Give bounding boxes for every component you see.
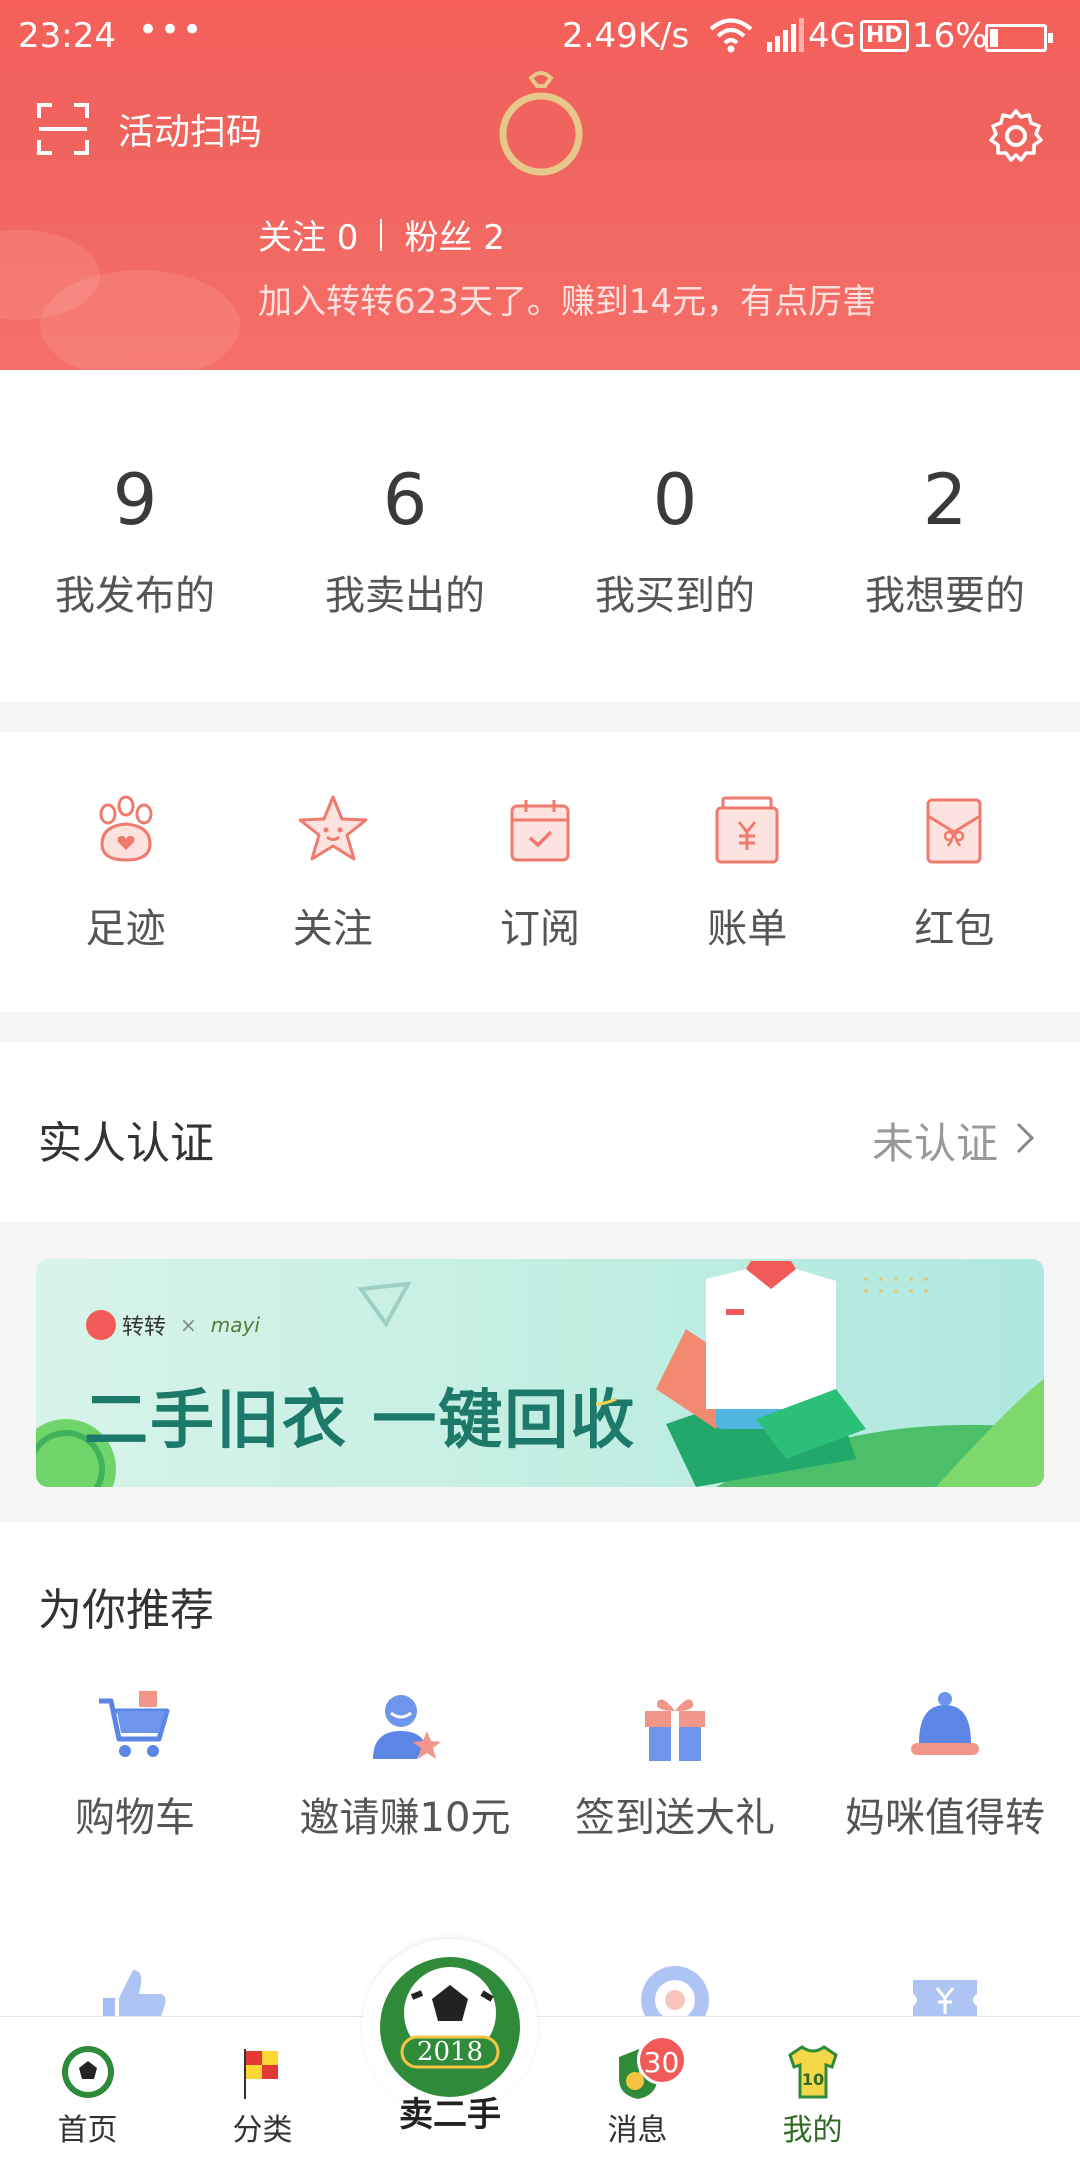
cloud-decoration bbox=[40, 270, 240, 370]
chevron-right-icon bbox=[1016, 1122, 1035, 1154]
stat-sold[interactable]: 6 我卖出的 bbox=[270, 370, 540, 702]
recommend-title: 为你推荐 bbox=[38, 1585, 214, 1636]
star-icon bbox=[298, 795, 368, 861]
recommend-label: 邀请赚10元 bbox=[299, 1795, 511, 1841]
message-count-badge: 30 bbox=[636, 2035, 687, 2085]
profile-header: 23:24 ••• 2.49K/s 4G HD 16% 活动扫码 关注 0 粉丝… bbox=[0, 0, 1080, 370]
status-time: 23:24 bbox=[18, 16, 116, 56]
zhuanzhuan-logo-icon bbox=[86, 1310, 116, 1340]
calendar-icon bbox=[510, 800, 570, 862]
stat-number: 2 bbox=[922, 459, 968, 541]
brand-name: 转转 bbox=[122, 1315, 167, 1340]
stat-label: 我卖出的 bbox=[325, 573, 485, 619]
signal-icon bbox=[767, 18, 804, 52]
scan-icon bbox=[37, 103, 89, 155]
real-name-verify-row[interactable]: 实人认证 未认证 bbox=[0, 1042, 1080, 1222]
recommend-label: 购物车 bbox=[75, 1795, 195, 1841]
tab-label: 我的 bbox=[782, 2113, 843, 2148]
divider bbox=[380, 218, 383, 251]
tab-label: 卖二手 bbox=[399, 2095, 501, 2135]
soccer-ball-icon bbox=[61, 2046, 114, 2098]
activity-scan-button[interactable]: 活动扫码 bbox=[36, 102, 262, 156]
stat-bought[interactable]: 0 我买到的 bbox=[540, 370, 810, 702]
partner-name: mayi bbox=[210, 1313, 260, 1337]
tab-category[interactable]: 分类 bbox=[175, 2017, 350, 2160]
stat-wanted[interactable]: 2 我想要的 bbox=[810, 370, 1080, 702]
red-envelope-icon bbox=[926, 798, 982, 864]
stats-card: 9 我发布的 6 我卖出的 0 我买到的 2 我想要的 bbox=[0, 370, 1080, 702]
recommend-row: 购物车 邀请赚10元 签到送大礼 妈咪值得转 bbox=[0, 1687, 1080, 1843]
stat-label: 我想要的 bbox=[865, 573, 1025, 619]
banner-brand-logos: 转转 × mayi bbox=[86, 1309, 260, 1341]
invite-icon bbox=[373, 1695, 441, 1759]
network-type: 4G bbox=[808, 16, 856, 56]
tool-subscribe[interactable]: 订阅 bbox=[436, 732, 643, 1012]
bottom-tab-bar: 首页 分类 2018 卖二手 30 消息 10 我的 bbox=[0, 1939, 1080, 2160]
tab-label: 首页 bbox=[57, 2113, 118, 2148]
follow-fans-line: 关注 0 粉丝 2 bbox=[258, 210, 505, 259]
join-summary: 加入转转623天了。赚到14元，有点厉害 bbox=[258, 282, 877, 322]
tool-footprint[interactable]: 足迹 bbox=[22, 732, 229, 1012]
stat-label: 我发布的 bbox=[55, 573, 215, 619]
status-more-dots: ••• bbox=[138, 10, 205, 50]
battery-percent: 16% bbox=[912, 16, 988, 56]
tab-label: 消息 bbox=[607, 2113, 668, 2148]
recycle-clothes-banner[interactable]: 转转 × mayi 二手旧衣 一键回收 bbox=[36, 1259, 1044, 1487]
cart-icon bbox=[99, 1691, 170, 1757]
wifi-icon bbox=[709, 18, 753, 53]
hd-icon: HD bbox=[860, 20, 909, 52]
tool-label: 订阅 bbox=[500, 906, 580, 952]
tab-mine[interactable]: 10 我的 bbox=[725, 2017, 900, 2160]
tab-sell[interactable]: 2018 卖二手 bbox=[350, 1939, 550, 2160]
sell-badge-year: 2018 bbox=[417, 2037, 483, 2067]
tool-label: 关注 bbox=[292, 906, 373, 952]
flag-icon bbox=[243, 2049, 278, 2099]
status-bar: 23:24 ••• 2.49K/s 4G HD 16% bbox=[0, 0, 1080, 75]
jersey-icon: 10 bbox=[787, 2045, 838, 2099]
verify-title: 实人认证 bbox=[38, 1118, 214, 1169]
tool-follow[interactable]: 关注 bbox=[229, 732, 436, 1012]
jersey-number: 10 bbox=[801, 2070, 823, 2089]
bill-icon bbox=[715, 796, 779, 864]
fans-count[interactable]: 粉丝 2 bbox=[404, 210, 504, 259]
clothes-box-illustration-icon bbox=[596, 1261, 1044, 1487]
tab-messages[interactable]: 30 消息 bbox=[550, 2017, 725, 2160]
tool-bill[interactable]: 账单 bbox=[644, 732, 851, 1012]
scan-label: 活动扫码 bbox=[118, 112, 263, 153]
banner-title: 二手旧衣 一键回收 bbox=[84, 1384, 637, 1458]
settings-gear-icon[interactable] bbox=[988, 108, 1044, 164]
brand-x: × bbox=[180, 1313, 197, 1337]
stat-published[interactable]: 9 我发布的 bbox=[0, 370, 270, 702]
tools-card: 足迹 关注 订阅 账单 红包 bbox=[0, 732, 1080, 1012]
decor-triangle-icon bbox=[357, 1281, 412, 1328]
stat-number: 0 bbox=[652, 459, 698, 541]
stat-label: 我买到的 bbox=[595, 573, 755, 619]
follow-count[interactable]: 关注 0 bbox=[258, 210, 358, 259]
tool-label: 账单 bbox=[707, 906, 788, 952]
recommend-cart[interactable]: 购物车 bbox=[0, 1687, 270, 1843]
recommend-label: 签到送大礼 bbox=[575, 1795, 775, 1841]
stat-number: 9 bbox=[112, 459, 158, 541]
tool-red-envelope[interactable]: 红包 bbox=[851, 732, 1058, 1012]
ring-icon[interactable] bbox=[493, 70, 589, 180]
network-speed: 2.49K/s bbox=[562, 16, 690, 56]
recommend-invite[interactable]: 邀请赚10元 bbox=[270, 1687, 540, 1843]
gift-icon bbox=[645, 1699, 705, 1761]
stat-number: 6 bbox=[382, 459, 428, 541]
recommend-mommy[interactable]: 妈咪值得转 bbox=[810, 1687, 1080, 1843]
tool-label: 足迹 bbox=[85, 906, 166, 952]
tab-label: 分类 bbox=[232, 2113, 293, 2148]
verify-status: 未认证 bbox=[871, 1119, 998, 1168]
tool-label: 红包 bbox=[914, 906, 995, 952]
paw-icon bbox=[99, 795, 153, 862]
recommend-label: 妈咪值得转 bbox=[845, 1795, 1045, 1841]
baby-hat-icon bbox=[911, 1692, 979, 1755]
tab-home[interactable]: 首页 bbox=[0, 2017, 175, 2160]
battery-icon bbox=[985, 24, 1053, 52]
recommend-checkin[interactable]: 签到送大礼 bbox=[540, 1687, 810, 1843]
